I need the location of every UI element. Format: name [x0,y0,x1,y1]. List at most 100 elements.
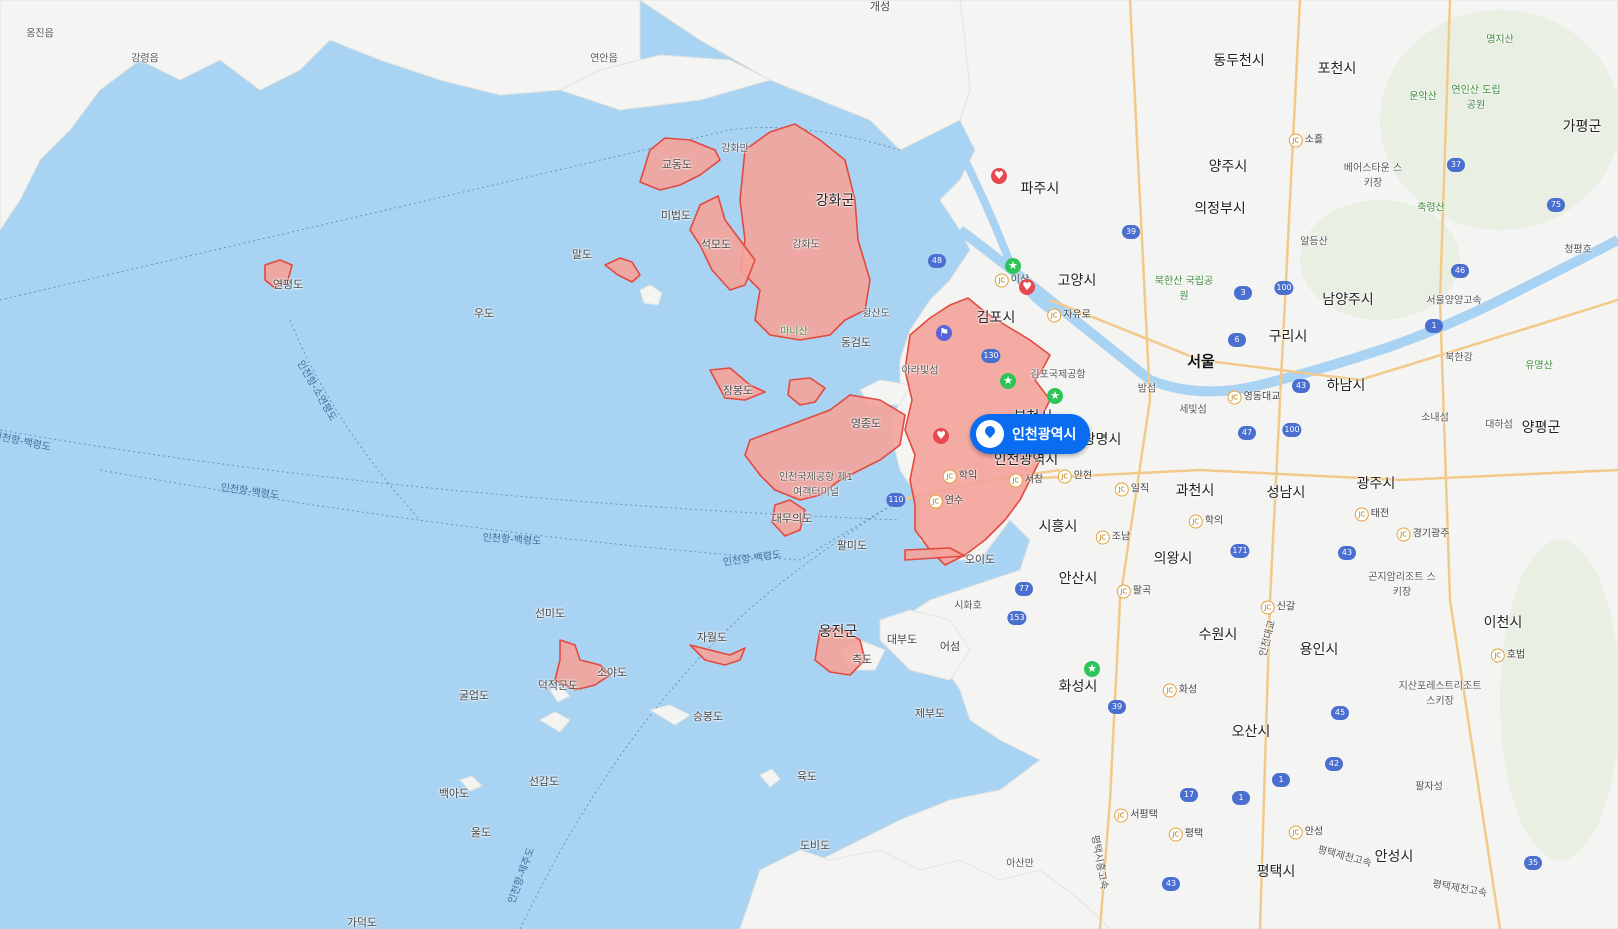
route-shield: 77 [1015,582,1033,596]
route-shield: 110 [886,493,906,507]
map-label: 옹진군 [818,624,858,640]
map-label: 미법도 [660,209,692,222]
map-label: 소야도 [596,666,628,679]
selected-region-badge[interactable]: 인천광역시 [970,414,1091,454]
route-shield: 3 [1234,286,1252,300]
junction-label: 호법 [1491,646,1525,663]
map-label: 대하섬 [1485,419,1513,431]
map-label: 연평도 [272,278,304,291]
star-poi-icon[interactable]: ★ [1047,388,1063,404]
map-label: 강화군 [815,193,855,209]
map-label: 아산만 [1006,858,1034,870]
map-label: 선미도 [534,607,566,620]
map-label: 덕적군도 [537,679,579,692]
map-label: 말도 [571,248,593,261]
map-label: 측도 [851,653,873,666]
route-shield: 43 [1162,877,1180,891]
map-label: 파주시 [1020,181,1060,197]
map-label: 김포국제공항 [1030,369,1086,381]
route-shield: 45 [1331,706,1349,720]
map-label: 선갑도 [528,775,560,788]
heart-poi-icon[interactable]: ♥ [1019,279,1035,295]
map-label: 제부도 [914,707,946,720]
map-label: 의정부시 [1194,201,1246,217]
resort-label: 지산포레스트리조트 스키장 [1398,681,1482,707]
map-label: 강화도 [792,239,820,251]
map-label: 고양시 [1057,273,1097,289]
junction-label: 조남 [1096,528,1130,545]
map-label: 북한강 [1445,352,1473,364]
junction-label: 연수 [929,492,963,509]
resort-label: 베어스타운 스키장 [1343,163,1403,189]
map-label: 도비도 [799,839,831,852]
route-shield: 46 [1451,264,1469,278]
map-label: 포천시 [1317,61,1357,77]
route-shield: 100 [1282,423,1302,437]
map-label: 오이도 [964,553,996,566]
map-label: 평택시 [1256,864,1296,880]
map-label: 양평군 [1521,420,1561,436]
heart-poi-icon[interactable]: ♥ [933,428,949,444]
map-label: 청평호 [1564,244,1592,256]
map-label: 이천시 [1483,615,1523,631]
junction-label: 평택 [1169,825,1203,842]
map-label: 하남시 [1326,378,1366,394]
map-label: 대부도 [886,633,918,646]
map-label: 석모도 [700,238,732,251]
map-label: 오산시 [1231,724,1271,740]
route-shield: 75 [1547,198,1565,212]
map-label: 화성시 [1058,679,1098,695]
map-label: 장봉도 [722,384,754,397]
map-canvas[interactable]: 개성 옹진읍 강령읍 연안읍 강화만 교동도 강화군 강화도 미법도 석모도 말… [0,0,1618,929]
mountain-label: 유명산 [1525,360,1553,372]
route-shield: 37 [1447,158,1465,172]
map-label: 알등산 [1300,236,1328,248]
route-shield: 42 [1325,757,1343,771]
star-poi-icon[interactable]: ★ [1000,373,1016,389]
map-label: 의왕시 [1153,551,1193,567]
mountain-label: 축령산 [1417,202,1445,214]
heart-poi-icon[interactable]: ♥ [991,168,1007,184]
map-label: 백아도 [438,787,470,800]
map-label: 세빛섬 [1179,404,1207,416]
map-label: 시흥시 [1038,519,1078,535]
star-poi-icon[interactable]: ★ [1005,258,1021,274]
map-label: 김포시 [976,310,1016,326]
junction-label: 학의 [1189,512,1223,529]
map-label: 동검도 [840,336,872,349]
route-shield: 100 [1274,281,1294,295]
map-label: 구리시 [1268,329,1308,345]
map-label: 굴업도 [458,689,490,702]
map-label: 남양주시 [1322,292,1374,308]
map-label: 과천시 [1175,483,1215,499]
flag-poi-icon[interactable]: ⚑ [936,325,952,341]
junction-label: 소흘 [1289,131,1323,148]
map-label: 옹진읍 [26,28,54,40]
route-shield: 48 [928,254,946,268]
map-label: 팔자성 [1415,781,1443,793]
route-shield: 39 [1122,225,1140,239]
route-shield: 1 [1272,773,1290,787]
route-shield: 6 [1228,333,1246,347]
mountain-label: 운악산 [1409,91,1437,103]
park-label: 연인산 도립공원 [1451,85,1501,111]
junction-label: 신갈 [1261,598,1295,615]
map-label: 수원시 [1198,627,1238,643]
map-label: 가평군 [1562,119,1602,135]
selected-region-name: 인천광역시 [1012,427,1077,443]
star-poi-icon[interactable]: ★ [1084,661,1100,677]
map-label: 소내섬 [1421,412,1449,424]
map-label: 울도 [470,826,492,839]
map-label: 대무의도 [771,512,813,525]
junction-label: 안현 [1058,467,1092,484]
map-base [0,0,1618,929]
map-label: 황산도 [862,308,890,320]
junction-label: 학익 [943,467,977,484]
map-label: 강화만 [721,143,749,155]
route-shield: 47 [1238,426,1256,440]
map-label: 강령읍 [131,53,159,65]
route-shield: 171 [1230,544,1250,558]
resort-label: 곤지암리조트 스키장 [1368,572,1436,598]
junction-label: 화성 [1163,681,1197,698]
park-label: 북한산 국립공원 [1154,276,1214,302]
